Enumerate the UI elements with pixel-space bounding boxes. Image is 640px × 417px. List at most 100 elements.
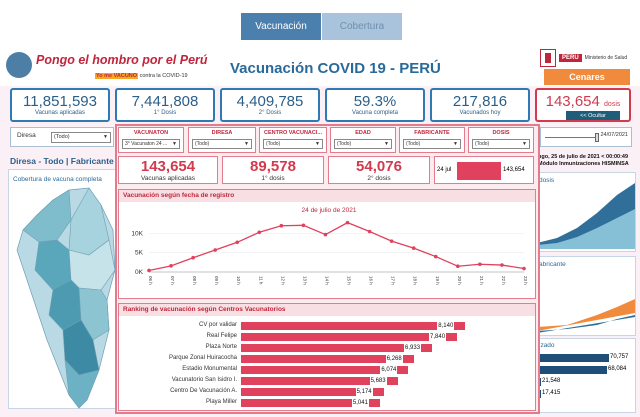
data-point: [169, 264, 173, 268]
daily-bar-value: 143,654: [503, 167, 525, 173]
diresa-filter: Diresa (Todo) ▼: [10, 127, 114, 147]
kpi-label: 1° Dosis: [153, 110, 177, 116]
x-tick-label: 20 h: [457, 276, 462, 285]
data-point: [500, 263, 504, 267]
ranking-bar-value: 7,840: [429, 333, 447, 341]
ranking-bar[interactable]: [241, 333, 458, 341]
chevron-down-icon: ▼: [244, 141, 249, 147]
kpi-value: 11,851,593: [23, 93, 97, 110]
minsa-logo: PERÚ Ministerio de Salud: [540, 48, 632, 68]
ranking-category-label: Parque Zonal Huiracocha: [168, 355, 237, 361]
line-chart[interactable]: 24 de julio de 2021 0K 5K 10K 06 h 07 h 08 h 09…: [119, 202, 537, 300]
filter-select[interactable]: (Todo) ▼: [192, 139, 252, 149]
filter-fabricante: FABRICANTE (Todo) ▼: [399, 127, 465, 153]
filter-caption: DOSIS: [492, 130, 510, 136]
right-bar-value: 68,084: [608, 366, 627, 372]
filter-select[interactable]: (Todo) ▼: [403, 139, 461, 149]
right-bar: [537, 354, 609, 362]
overlay-kpi-label: 1° dosis: [261, 175, 285, 182]
filter-select-value: (Todo): [195, 141, 210, 147]
x-tick-label: 22 h: [501, 276, 506, 285]
x-tick-label: 09 h: [214, 276, 219, 285]
filter-select-value: (Todo): [475, 141, 490, 147]
filter-select[interactable]: (Todo) ▼: [472, 139, 530, 149]
overlay-kpi-label: Vacunas aplicadas: [140, 175, 196, 182]
kpi-red-value: 143,654: [545, 93, 600, 110]
update-info: ngo, 25 de julio de 2021 < 00:00:49 Módu…: [538, 154, 629, 168]
ranking-category-label: Plaza Norte: [205, 344, 237, 350]
right-bar: [537, 366, 607, 374]
data-point: [213, 248, 217, 252]
ranking-bar-value: 6,074: [380, 366, 398, 374]
left-section-title: Diresa - Todo | Fabricante: [10, 156, 114, 166]
ranking-category-label: Centro De Vacunación A.: [170, 388, 237, 394]
filter-select[interactable]: 3° Vacunaton 24 ... ▼: [122, 139, 180, 149]
ranking-category-label: Vacunatorio San Isidro I.: [171, 377, 237, 383]
filter-diresa: DIRESA (Todo) ▼: [188, 127, 256, 153]
x-tick-label: 16 h: [369, 276, 374, 285]
kpi-label: 2° Dosis: [258, 110, 282, 116]
diresa-filter-label: Diresa: [17, 132, 36, 139]
ranking-bar[interactable]: [241, 322, 466, 330]
y-tick-label: 10K: [131, 230, 143, 237]
brand-sub-highlight: Yo me VACUNO: [95, 73, 139, 79]
kpi-value: 143,654 dosis: [537, 93, 629, 113]
ranking-bar-value: 5,174: [355, 388, 373, 396]
overlay-kpi-value: 54,076: [356, 158, 402, 175]
page-title: Vacunación COVID 19 - PERÚ: [230, 60, 441, 77]
data-point: [345, 220, 350, 225]
x-tick-label: 13 h: [302, 276, 307, 285]
tab-cobertura[interactable]: Cobertura: [322, 13, 402, 40]
cenares-button[interactable]: Cenares: [544, 69, 630, 85]
chevron-down-icon: ▼: [315, 141, 320, 147]
right-bar-value: 17,415: [542, 390, 561, 396]
data-point: [411, 246, 416, 250]
right-fabricante-panel: abricante: [536, 256, 636, 336]
data-point: [522, 266, 526, 271]
x-tick-label: 14 h: [324, 276, 329, 285]
kpi-value: 4,409,785: [236, 93, 304, 110]
filter-select[interactable]: (Todo) ▼: [334, 139, 392, 149]
x-tick-label: 11 h: [258, 276, 263, 285]
kpi-value: 59.3%: [353, 93, 397, 110]
data-point: [367, 229, 372, 234]
ranking-category-label: Playa Miller: [205, 399, 237, 405]
line-chart-caption: Vacunación según fecha de registro: [119, 190, 535, 202]
update-info-line1: ngo, 25 de julio de 2021 < 00:00:49: [538, 154, 629, 160]
filter-select[interactable]: (Todo) ▼: [263, 139, 323, 149]
right-bar-value: 70,757: [610, 354, 629, 360]
y-tick-label: 0K: [135, 269, 144, 276]
filter-select-value: (Todo): [337, 141, 352, 147]
data-point: [279, 223, 284, 228]
right-fabricante-chart: [537, 299, 635, 333]
x-tick-label: 23 h: [523, 276, 528, 285]
ranking-bar-value: 5,683: [369, 377, 387, 385]
diresa-select[interactable]: (Todo) ▼: [51, 132, 111, 143]
x-tick-label: 06 h: [148, 276, 153, 285]
data-point: [257, 230, 262, 235]
y-tick-label: 5K: [135, 250, 144, 257]
peru-map[interactable]: [9, 170, 119, 410]
tab-vacunacion[interactable]: Vacunación: [241, 13, 321, 40]
right-dosis-panel: dosis: [536, 172, 636, 252]
ocultar-button[interactable]: << Ocultar: [566, 111, 620, 120]
data-point: [433, 254, 438, 259]
brand-title: Pongo el hombro por el Perú: [36, 53, 208, 67]
ranking-bar-value: 6,933: [404, 344, 422, 352]
chevron-down-icon: ▼: [103, 134, 108, 140]
right-area-chart: [537, 183, 635, 249]
right-panel-label: izado: [539, 342, 555, 349]
coverage-map-panel: Cobertura de vacuna completa: [8, 169, 118, 409]
x-tick-label: 18 h: [413, 276, 418, 285]
date-slider-filter: 24/07/2021: [540, 127, 632, 147]
daily-bar[interactable]: [457, 162, 501, 180]
ranking-category-label: Estadio Monumental: [182, 366, 237, 372]
date-slider-track: [545, 137, 597, 138]
date-slider-handle[interactable]: [595, 133, 599, 142]
kpi-vacuna-completa: 59.3% Vacuna completa: [325, 88, 425, 122]
overlay-kpi-vacunas: 143,654 Vacunas aplicadas: [118, 156, 218, 184]
dashboard-root: Vacunación Cobertura Pongo el hombro por…: [0, 0, 640, 417]
filter-caption: EDAD: [355, 130, 371, 136]
x-tick-label: 19 h: [435, 276, 440, 285]
update-info-line2: Módulo Inmunizaciones HISMINSA: [538, 161, 629, 167]
